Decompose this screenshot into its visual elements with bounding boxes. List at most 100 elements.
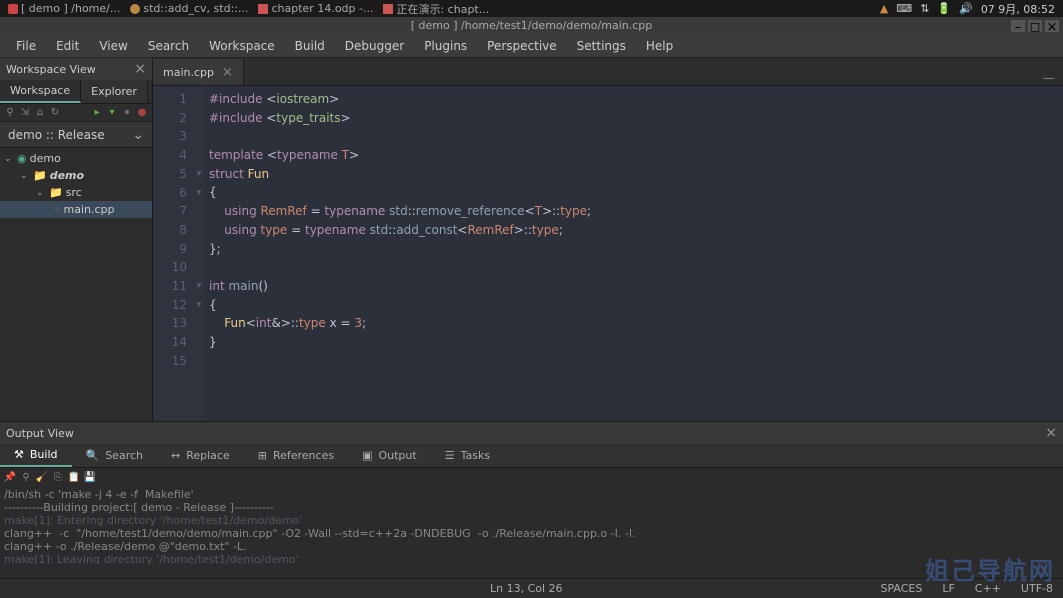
menu-edit[interactable]: Edit bbox=[46, 36, 89, 56]
window-title-text: [ demo ] /home/test1/demo/demo/main.cpp bbox=[411, 19, 653, 32]
folder-icon: 📁 bbox=[33, 169, 47, 182]
pause-icon[interactable]: ⏸ bbox=[121, 107, 133, 119]
output-tab-search[interactable]: 🔍Search bbox=[72, 445, 158, 466]
status-indent[interactable]: SPACES bbox=[880, 582, 922, 595]
tray-keyboard-icon[interactable]: ⌨ bbox=[896, 2, 912, 15]
pin-icon[interactable]: 📌 bbox=[4, 471, 16, 483]
tray-wifi-icon[interactable]: ⇅ bbox=[920, 2, 929, 15]
output-toolbar: 📌 ⚲ 🧹 ⎘ 📋 💾 bbox=[0, 468, 1063, 486]
menu-settings[interactable]: Settings bbox=[567, 36, 636, 56]
menu-build[interactable]: Build bbox=[285, 36, 335, 56]
line-gutter: 123456789101112131415 bbox=[153, 86, 193, 421]
output-tab-tasks[interactable]: ☰Tasks bbox=[431, 445, 504, 466]
tab-close-button[interactable]: × bbox=[222, 65, 233, 80]
clear-icon[interactable]: 🧹 bbox=[36, 471, 48, 483]
output-close-button[interactable]: × bbox=[1045, 425, 1057, 441]
workspace-header-label: Workspace View bbox=[6, 63, 96, 76]
workspace-tab-explorer[interactable]: Explorer bbox=[81, 80, 148, 103]
expand-icon: ⌄ bbox=[36, 188, 46, 198]
menu-debugger[interactable]: Debugger bbox=[335, 36, 414, 56]
doc-icon bbox=[258, 4, 268, 14]
output-body[interactable]: /bin/sh -c 'make -j 4 -e -f Makefile'---… bbox=[0, 486, 1063, 564]
window-maximize-button[interactable]: ◻ bbox=[1028, 20, 1042, 32]
expand-icon: ⌄ bbox=[4, 154, 14, 164]
link-icon[interactable]: ⚲ bbox=[4, 107, 16, 119]
refresh-icon[interactable]: ↻ bbox=[49, 107, 61, 119]
firefox-icon bbox=[130, 4, 140, 14]
save-icon[interactable]: 💾 bbox=[84, 471, 96, 483]
taskbar-item[interactable]: [ demo ] /home/... bbox=[4, 2, 124, 15]
output-tab-replace[interactable]: ↔Replace bbox=[157, 445, 244, 466]
menu-perspective[interactable]: Perspective bbox=[477, 36, 567, 56]
workspace-tab-workspace[interactable]: Workspace bbox=[0, 80, 81, 103]
workspace-panel: Workspace View × Workspace Explorer ⚲ ⇲ … bbox=[0, 58, 153, 421]
tray-warn-icon[interactable]: ▲ bbox=[880, 2, 888, 15]
output-tabs: ⚒Build🔍Search↔Replace⊞References▣Output☰… bbox=[0, 444, 1063, 468]
taskbar-item[interactable]: std::add_cv, std::... bbox=[126, 2, 252, 15]
menu-file[interactable]: File bbox=[6, 36, 46, 56]
status-eol[interactable]: LF bbox=[942, 582, 954, 595]
editor-tabbar: main.cpp × — bbox=[153, 58, 1063, 86]
tree-label: main.cpp bbox=[64, 203, 115, 216]
build-config-label: demo :: Release bbox=[8, 128, 105, 142]
menu-workspace[interactable]: Workspace bbox=[199, 36, 285, 56]
status-encoding[interactable]: UTF-8 bbox=[1021, 582, 1053, 595]
code-content[interactable]: #include <iostream>#include <type_traits… bbox=[205, 86, 1063, 421]
window-close-button[interactable]: × bbox=[1045, 20, 1059, 32]
output-panel: Output View × ⚒Build🔍Search↔Replace⊞Refe… bbox=[0, 421, 1063, 564]
menu-bar: File Edit View Search Workspace Build De… bbox=[0, 34, 1063, 58]
editor-tab-label: main.cpp bbox=[163, 66, 214, 79]
status-position[interactable]: Ln 13, Col 26 bbox=[490, 582, 563, 595]
copy-icon[interactable]: ⎘ bbox=[52, 471, 64, 483]
system-taskbar: [ demo ] /home/... std::add_cv, std::...… bbox=[0, 0, 1063, 17]
tray-volume-icon[interactable]: 🔊 bbox=[959, 2, 973, 15]
tab-icon: ↔ bbox=[171, 449, 180, 462]
code-editor[interactable]: 123456789101112131415 ▾▾▾▾ #include <ios… bbox=[153, 86, 1063, 421]
taskbar-item[interactable]: chapter 14.odp -... bbox=[254, 2, 377, 15]
output-header: Output View × bbox=[0, 422, 1063, 444]
menu-view[interactable]: View bbox=[89, 36, 137, 56]
tree-workspace-root[interactable]: ⌄ ◉ demo bbox=[0, 150, 152, 167]
tab-icon: ⚒ bbox=[14, 448, 24, 461]
build-icon[interactable]: ▸ bbox=[91, 107, 103, 119]
run-icon[interactable]: ▾ bbox=[106, 107, 118, 119]
output-header-label: Output View bbox=[6, 427, 74, 440]
expand-icon: ⌄ bbox=[20, 171, 30, 181]
build-config-selector[interactable]: demo :: Release ⌄ bbox=[0, 122, 152, 148]
tree-project[interactable]: ⌄ 📁 demo bbox=[0, 167, 152, 184]
project-tree: ⌄ ◉ demo ⌄ 📁 demo ⌄ 📁 src ◦ main.cpp bbox=[0, 148, 152, 421]
editor-minimize-button[interactable]: — bbox=[1035, 71, 1063, 85]
taskbar-item[interactable]: 正在演示: chapt... bbox=[379, 1, 493, 17]
menu-help[interactable]: Help bbox=[636, 36, 683, 56]
status-language[interactable]: C++ bbox=[975, 582, 1001, 595]
output-tab-build[interactable]: ⚒Build bbox=[0, 444, 72, 467]
fold-column: ▾▾▾▾ bbox=[193, 86, 205, 421]
window-minimize-button[interactable]: – bbox=[1011, 20, 1025, 32]
output-tab-references[interactable]: ⊞References bbox=[244, 445, 348, 466]
workspace-header: Workspace View × bbox=[0, 58, 152, 80]
paste-icon[interactable]: 📋 bbox=[68, 471, 80, 483]
tree-folder-src[interactable]: ⌄ 📁 src bbox=[0, 184, 152, 201]
tab-icon: ⊞ bbox=[258, 449, 267, 462]
chevron-down-icon: ⌄ bbox=[132, 127, 144, 143]
output-tab-output[interactable]: ▣Output bbox=[348, 445, 431, 466]
doc-icon bbox=[383, 4, 393, 14]
workspace-icon: ◉ bbox=[17, 152, 27, 165]
editor-tab-main-cpp[interactable]: main.cpp × bbox=[153, 59, 244, 85]
status-bar: Ln 13, Col 26 SPACES LF C++ UTF-8 bbox=[0, 578, 1063, 598]
workspace-close-button[interactable]: × bbox=[134, 61, 146, 77]
tab-icon: ▣ bbox=[362, 449, 372, 462]
tray-clock[interactable]: 07 9月, 08:52 bbox=[981, 1, 1055, 17]
tree-file-main-cpp[interactable]: ◦ main.cpp bbox=[0, 201, 152, 218]
link-icon[interactable]: ⚲ bbox=[20, 471, 32, 483]
tray-battery-icon[interactable]: 🔋 bbox=[937, 2, 951, 15]
collapse-icon[interactable]: ⇲ bbox=[19, 107, 31, 119]
folder-icon: 📁 bbox=[49, 186, 63, 199]
menu-search[interactable]: Search bbox=[138, 36, 199, 56]
menu-plugins[interactable]: Plugins bbox=[414, 36, 477, 56]
tab-icon: ☰ bbox=[445, 449, 455, 462]
tree-label: src bbox=[66, 186, 82, 199]
stop-icon[interactable]: ● bbox=[136, 107, 148, 119]
tree-label: demo bbox=[30, 152, 61, 165]
home-icon[interactable]: ⌂ bbox=[34, 107, 46, 119]
